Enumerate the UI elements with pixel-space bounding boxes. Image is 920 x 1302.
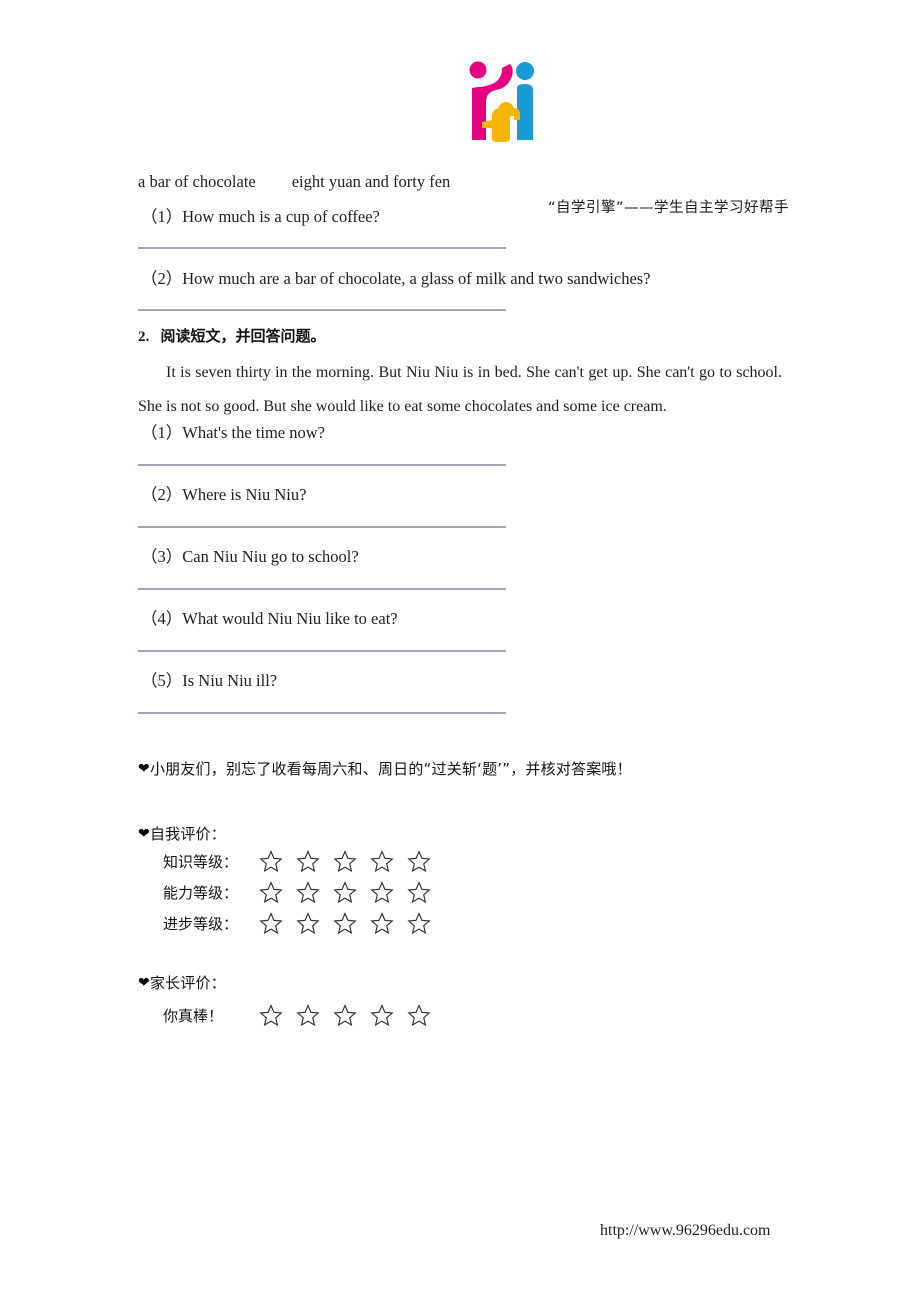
s2-question-4: （4）What would Niu Niu like to eat? [141,609,398,628]
self-evaluation-title: 自我评价： [149,825,226,843]
rating-row-praise: 你真棒！ [163,1003,444,1027]
rating-label-progress: 进步等级： [163,914,239,933]
rating-label-knowledge: 知识等级： [163,852,239,871]
star-icon[interactable] [407,880,431,904]
section2-number: 2. [138,329,150,345]
star-icon[interactable] [370,849,394,873]
star-icon[interactable] [259,1003,283,1027]
section2-heading: 2. 阅读短文，并回答问题。 [138,325,326,346]
rating-label-praise: 你真棒！ [163,1006,224,1025]
price-line-chocolate: a bar of chocolate eight yuan and forty f… [138,172,450,192]
s2-answer-line-3[interactable] [138,588,506,590]
s2-question-5: （5）Is Niu Niu ill? [141,671,278,690]
star-icon[interactable] [333,1003,357,1027]
star-group-praise [259,1003,444,1027]
s1-question-1: （1）How much is a cup of coffee? [141,207,380,226]
footer-url[interactable]: http://www.96296edu.com [600,1222,771,1240]
s2-question-2: （2）Where is Niu Niu? [141,485,307,504]
self-evaluation-heading: ❤自我评价： [138,823,226,844]
s2-answer-line-1[interactable] [138,464,506,466]
section2-passage: It is seven thirty in the morning. But N… [138,364,782,415]
star-group-knowledge [259,849,444,873]
star-icon[interactable] [296,849,320,873]
rating-row-knowledge: 知识等级： [163,849,444,873]
s1-answer-line-1[interactable] [138,247,506,249]
star-icon[interactable] [407,911,431,935]
star-icon[interactable] [296,880,320,904]
star-icon[interactable] [296,911,320,935]
star-icon[interactable] [407,1003,431,1027]
star-icon[interactable] [259,911,283,935]
parent-evaluation-title: 家长评价： [149,974,226,992]
reminder-note: ❤小朋友们，别忘了收看每周六和、周日的“过关斩‘题’”，并核对答案哦！ [138,758,632,779]
heart-icon: ❤ [138,975,150,991]
s2-question-3: （3）Can Niu Niu go to school? [141,547,359,566]
header-tagline: “自学引擎”——学生自主学习好帮手 [548,200,790,216]
s2-answer-line-4[interactable] [138,650,506,652]
star-icon[interactable] [333,911,357,935]
star-group-ability [259,880,444,904]
star-icon[interactable] [370,911,394,935]
star-icon[interactable] [407,849,431,873]
star-icon[interactable] [259,880,283,904]
price-item-label: a bar of chocolate [138,172,256,191]
s2-answer-line-5[interactable] [138,712,506,714]
star-icon[interactable] [333,880,357,904]
s2-question-1: （1）What's the time now? [141,423,325,442]
heart-icon: ❤ [138,826,150,842]
s1-answer-line-2[interactable] [138,309,506,311]
rating-row-ability: 能力等级： [163,880,444,904]
page-header: “自学引擎”——学生自主学习好帮手 [0,58,920,216]
rating-label-ability: 能力等级： [163,883,239,902]
worksheet-page: “自学引擎”——学生自主学习好帮手 a bar of chocolate eigh… [0,0,920,1302]
star-icon[interactable] [296,1003,320,1027]
star-icon[interactable] [333,849,357,873]
s2-answer-line-2[interactable] [138,526,506,528]
star-icon[interactable] [370,1003,394,1027]
star-icon[interactable] [370,880,394,904]
parent-evaluation-heading: ❤家长评价： [138,972,226,993]
star-icon[interactable] [259,849,283,873]
s1-question-2: （2）How much are a bar of chocolate, a gl… [141,269,651,288]
section2-title: 阅读短文，并回答问题。 [160,327,326,345]
reminder-text: 小朋友们，别忘了收看每周六和、周日的“过关斩‘题’”，并核对答案哦！ [149,760,632,778]
star-group-progress [259,911,444,935]
self-study-engine-logo [462,58,542,146]
rating-row-progress: 进步等级： [163,911,444,935]
heart-icon: ❤ [138,761,150,777]
price-item-value: eight yuan and forty fen [291,172,451,191]
